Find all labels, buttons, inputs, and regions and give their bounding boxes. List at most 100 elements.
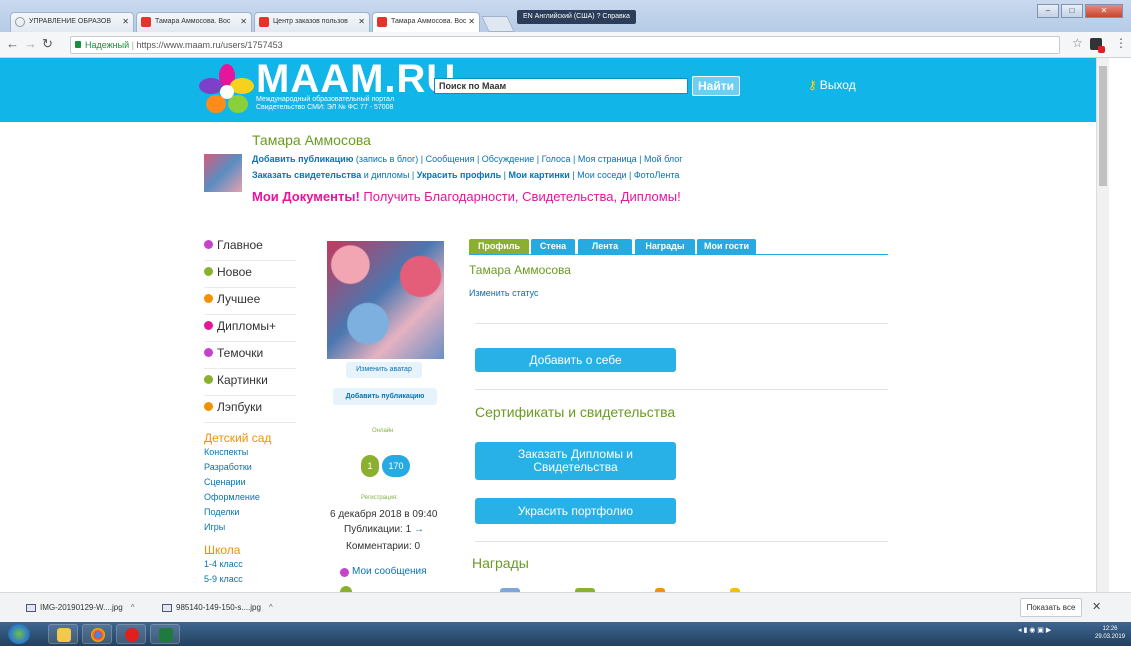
chevron-up-icon[interactable]: ^ <box>269 603 273 612</box>
excel-taskbar-icon[interactable] <box>150 624 180 644</box>
yandex-taskbar-icon[interactable] <box>116 624 146 644</box>
my-pictures-link[interactable]: Мои картинки <box>508 170 569 180</box>
download-filename: 985140-149-150-s....jpg <box>176 603 261 612</box>
change-avatar-button[interactable]: Изменить аватар <box>346 362 422 378</box>
sidebar-link-crafts[interactable]: Поделки <box>204 505 296 520</box>
comments-count: Комментарии: 0 <box>346 541 421 552</box>
dot-icon <box>204 402 213 411</box>
sidebar-link-grades-5-9[interactable]: 5-9 класс <box>204 572 296 587</box>
online-status: Онлайн <box>372 428 394 434</box>
language-indicator[interactable]: EN Английский (США) ? Справка <box>517 10 636 24</box>
bookmark-star-icon[interactable]: ☆ <box>1072 36 1083 50</box>
chrome-taskbar-icon[interactable] <box>82 624 112 644</box>
sidebar-category-school[interactable]: Школа <box>204 543 296 557</box>
logo-flower-icon[interactable] <box>198 64 256 120</box>
sidebar-item-lapbooks[interactable]: Лэпбуки <box>204 396 296 423</box>
sidebar-item-best[interactable]: Лучшее <box>204 288 296 315</box>
sidebar-item-new[interactable]: Новое <box>204 261 296 288</box>
tab-4-active[interactable]: Тамара Аммосова. Вос ✕ <box>372 12 480 32</box>
start-button[interactable] <box>8 624 30 644</box>
change-status-link[interactable]: Изменить статус <box>469 288 539 298</box>
show-all-button[interactable]: Показать все <box>1020 598 1082 617</box>
close-icon[interactable]: ✕ <box>1092 600 1101 613</box>
user-links-row1: Добавить публикацию (запись в блог) | Со… <box>252 154 683 164</box>
window-close-button[interactable]: ✕ <box>1085 4 1123 18</box>
tab-2[interactable]: Тамара Аммосова. Вос ✕ <box>136 12 252 32</box>
logout-link[interactable]: ⚷ Выход <box>808 78 856 92</box>
count-badge-2[interactable]: 170 <box>382 455 410 477</box>
diplomas-link[interactable]: и дипломы | <box>361 170 417 180</box>
add-publication-link[interactable]: Добавить публикацию <box>252 154 353 164</box>
tab-feed[interactable]: Лента <box>578 239 632 254</box>
extension-icon[interactable] <box>1090 38 1105 53</box>
close-icon[interactable]: ✕ <box>240 13 247 31</box>
maam-icon <box>377 17 387 27</box>
yandex-icon <box>125 628 139 642</box>
awards-heading: Награды <box>472 555 529 571</box>
browser-menu-icon[interactable]: ⋮ <box>1115 36 1127 50</box>
tab-3[interactable]: Центр заказов пользов ✕ <box>254 12 370 32</box>
add-about-button[interactable]: Добавить о себе <box>475 348 676 372</box>
user-links-row2: Заказать свидетельства и дипломы | Украс… <box>252 170 679 180</box>
address-bar-row: ← → ↻ Надежный | https://www.maam.ru/use… <box>0 32 1131 58</box>
documents-promo-link[interactable]: Мои Документы! Получить Благодарности, С… <box>252 189 681 204</box>
url-input[interactable]: Надежный | https://www.maam.ru/users/175… <box>70 36 1060 54</box>
scrollbar-thumb[interactable] <box>1099 66 1107 186</box>
publications-count[interactable]: Публикации: 1 → <box>344 524 424 535</box>
user-links-rest[interactable]: (запись в блог) | Сообщения | Обсуждение… <box>353 154 683 164</box>
sidebar-item-topics[interactable]: Темочки <box>204 342 296 369</box>
image-file-icon <box>26 604 36 612</box>
reload-icon[interactable]: ↻ <box>42 37 53 51</box>
profile-name: Тамара Аммосова <box>469 263 571 277</box>
explorer-taskbar-icon[interactable] <box>48 624 78 644</box>
add-publication-button[interactable]: Добавить публикацию <box>333 388 437 405</box>
sidebar-link-grades-1-4[interactable]: 1-4 класс <box>204 557 296 572</box>
sidebar-item-pictures[interactable]: Картинки <box>204 369 296 396</box>
sidebar-item-main[interactable]: Главное <box>204 234 296 261</box>
tab-wall[interactable]: Стена <box>531 239 575 254</box>
sidebar-link-scenarios[interactable]: Сценарии <box>204 475 296 490</box>
decorate-portfolio-button[interactable]: Украсить портфолио <box>475 498 676 524</box>
download-item[interactable]: IMG-20190129-W....jpg ^ <box>24 599 134 617</box>
order-diplomas-button[interactable]: Заказать Дипломы и Свидетельства <box>475 442 676 480</box>
user-links-rest[interactable]: | Мои соседи | ФотоЛента <box>570 170 679 180</box>
tab-awards[interactable]: Награды <box>635 239 695 254</box>
page-scrollbar[interactable] <box>1096 58 1109 592</box>
chevron-up-icon[interactable]: ^ <box>131 603 135 612</box>
close-icon[interactable]: ✕ <box>358 13 365 31</box>
logo-text[interactable]: MAAM.RU <box>256 58 456 100</box>
clock[interactable]: 12:26 29.03.2019 <box>1095 625 1125 641</box>
arrow-right-icon[interactable]: → <box>414 524 424 535</box>
sidebar-category-kindergarten[interactable]: Детский сад <box>204 431 296 445</box>
user-thumbnail[interactable] <box>204 154 242 192</box>
search-input[interactable]: Поиск по Маам <box>434 78 688 94</box>
system-tray[interactable]: ◂ ▮ ◉ ▣ ▶ <box>1018 626 1051 634</box>
tab-profile[interactable]: Профиль <box>469 239 529 254</box>
back-icon[interactable]: ← <box>6 37 19 51</box>
maximize-button[interactable]: □ <box>1061 4 1083 18</box>
new-tab-button[interactable] <box>481 16 515 32</box>
left-sidebar: Главное Новое Лучшее Дипломы+ Темочки Ка… <box>204 234 296 587</box>
order-certificates-link[interactable]: Заказать свидетельства <box>252 170 361 180</box>
sidebar-link-decoration[interactable]: Оформление <box>204 490 296 505</box>
search-button[interactable]: Найти <box>692 76 740 96</box>
minimize-button[interactable]: – <box>1037 4 1059 18</box>
sidebar-item-diplomas[interactable]: Дипломы+ <box>204 315 296 342</box>
download-item[interactable]: 985140-149-150-s....jpg ^ <box>160 599 273 617</box>
sidebar-link-games[interactable]: Игры <box>204 520 296 535</box>
my-messages-link[interactable]: Мои сообщения <box>340 566 427 577</box>
avatar[interactable] <box>327 241 444 359</box>
decorate-profile-link[interactable]: Украсить профиль <box>417 170 501 180</box>
user-name-heading[interactable]: Тамара Аммосова <box>252 132 371 148</box>
divider <box>475 389 888 390</box>
sidebar-item-label: Лэпбуки <box>217 400 263 414</box>
sidebar-link-conspects[interactable]: Конспекты <box>204 445 296 460</box>
forward-icon[interactable]: → <box>24 37 37 51</box>
tab-1[interactable]: УПРАВЛЕНИЕ ОБРАЗОВ ✕ <box>10 12 134 32</box>
close-icon[interactable]: ✕ <box>122 13 129 31</box>
count-badge-1[interactable]: 1 <box>361 455 379 477</box>
close-icon[interactable]: ✕ <box>468 13 475 31</box>
sidebar-link-developments[interactable]: Разработки <box>204 460 296 475</box>
url-text: https://www.maam.ru/users/1757453 <box>136 40 283 50</box>
tab-guests[interactable]: Мои гости <box>697 239 756 254</box>
